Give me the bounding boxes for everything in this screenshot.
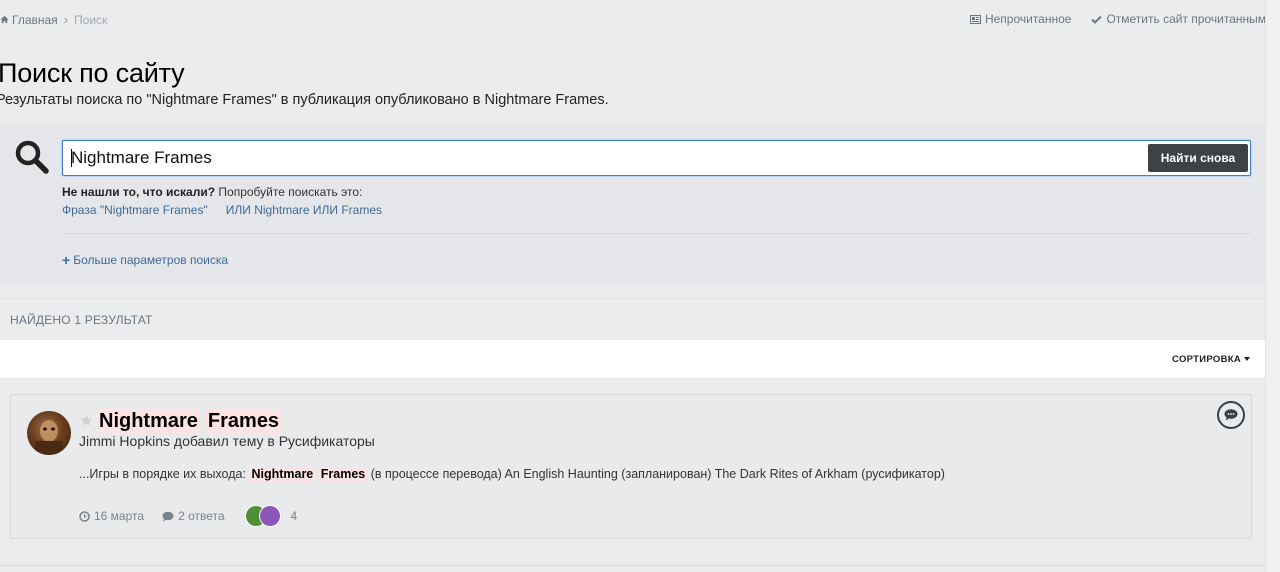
- avatar[interactable]: [27, 411, 71, 455]
- search-input[interactable]: [71, 141, 1131, 175]
- result-snippet: ...Игры в порядке их выхода: Nightmare F…: [79, 467, 945, 481]
- avatar-image-icon: [35, 420, 63, 455]
- plus-icon: +: [62, 252, 71, 268]
- search-panel: Найти снова Не нашли то, что искали? Поп…: [0, 125, 1266, 283]
- snippet-highlight: Nightmare: [249, 467, 316, 481]
- title-highlight: Nightmare: [97, 410, 200, 433]
- results-list: Nightmare Frames Jimmi Hopkins добавил т…: [0, 379, 1266, 566]
- suggestion-or[interactable]: ИЛИ Nightmare ИЛИ Frames: [226, 203, 382, 217]
- divider: [62, 233, 1251, 234]
- caret-down-icon: [1244, 357, 1250, 362]
- meta-action: добавил тему в: [170, 433, 279, 449]
- trophy-reaction-icon: [258, 505, 281, 527]
- result-replies[interactable]: 2 ответа: [162, 509, 225, 523]
- search-again-button[interactable]: Найти снова: [1148, 144, 1248, 172]
- chevron-right-icon: ›: [63, 12, 69, 27]
- comment-bubble-icon[interactable]: [1217, 401, 1245, 429]
- sort-label: СОРТИРОВКА: [1172, 354, 1241, 365]
- author-link[interactable]: Jimmi Hopkins: [79, 433, 170, 449]
- not-found-bold: Не нашли то, что искали?: [62, 185, 216, 199]
- search-suggestions: Фраза "Nightmare Frames" ИЛИ Nightmare И…: [62, 203, 382, 217]
- reaction-count: 4: [290, 509, 298, 523]
- result-title-link[interactable]: Nightmare Frames: [97, 410, 282, 433]
- check-icon: [1091, 15, 1103, 24]
- result-date[interactable]: 16 марта: [79, 509, 144, 523]
- title-highlight: Frames: [205, 410, 282, 433]
- text-caret: [71, 149, 72, 167]
- star-icon[interactable]: [80, 414, 93, 427]
- search-box: Найти снова: [62, 140, 1251, 176]
- breadcrumb-home[interactable]: Главная: [12, 13, 58, 27]
- mark-read-button[interactable]: Отметить сайт прочитанным: [1091, 12, 1266, 26]
- breadcrumb: Главная › Поиск: [0, 12, 107, 27]
- scrollbar[interactable]: [1265, 0, 1280, 572]
- mark-read-label: Отметить сайт прочитанным: [1106, 12, 1266, 26]
- unread-button[interactable]: Непрочитанное: [969, 12, 1072, 26]
- date-label: 16 марта: [94, 509, 145, 523]
- sort-dropdown[interactable]: СОРТИРОВКА: [1172, 354, 1250, 365]
- result-footer: 16 марта 2 ответа 4: [79, 505, 297, 527]
- comment-icon: [162, 511, 174, 521]
- result-meta: Jimmi Hopkins добавил тему в Русификатор…: [79, 433, 375, 449]
- results-count: НАЙДЕНО 1 РЕЗУЛЬТАТ: [10, 313, 153, 327]
- reactions[interactable]: 4: [244, 505, 298, 527]
- replies-label: 2 ответа: [178, 509, 225, 523]
- suggestion-phrase[interactable]: Фраза "Nightmare Frames": [62, 203, 208, 217]
- top-actions: Непрочитанное Отметить сайт прочитанным: [969, 12, 1266, 26]
- sort-bar: СОРТИРОВКА: [0, 340, 1266, 379]
- top-bar: Главная › Поиск Непрочитанное Отметить с…: [0, 0, 1280, 38]
- snippet-after: (в процессе перевода) An English Hauntin…: [370, 467, 945, 481]
- not-found-hint: Не нашли то, что искали? Попробуйте поис…: [62, 185, 362, 199]
- search-icon: [15, 140, 49, 174]
- result-item: Nightmare Frames Jimmi Hopkins добавил т…: [10, 394, 1252, 539]
- not-found-rest: Попробуйте поискать это:: [215, 185, 363, 199]
- page-subtitle: Результаты поиска по "Nightmare Frames" …: [0, 92, 609, 108]
- clock-icon: [79, 510, 90, 522]
- results-header: НАЙДЕНО 1 РЕЗУЛЬТАТ: [0, 298, 1266, 341]
- chat-icon: [1224, 409, 1238, 421]
- breadcrumb-current: Поиск: [74, 12, 108, 27]
- more-search-params-button[interactable]: + Больше параметров поиска: [62, 252, 228, 268]
- forum-link[interactable]: Русификаторы: [279, 433, 375, 449]
- home-icon: [0, 15, 9, 24]
- newspaper-icon: [969, 14, 981, 24]
- unread-label: Непрочитанное: [984, 12, 1072, 26]
- snippet-before: ...Игры в порядке их выхода:: [79, 467, 250, 481]
- page-title: Поиск по сайту: [0, 58, 185, 88]
- snippet-highlight: Frames: [318, 467, 368, 481]
- more-params-label: Больше параметров поиска: [73, 253, 229, 267]
